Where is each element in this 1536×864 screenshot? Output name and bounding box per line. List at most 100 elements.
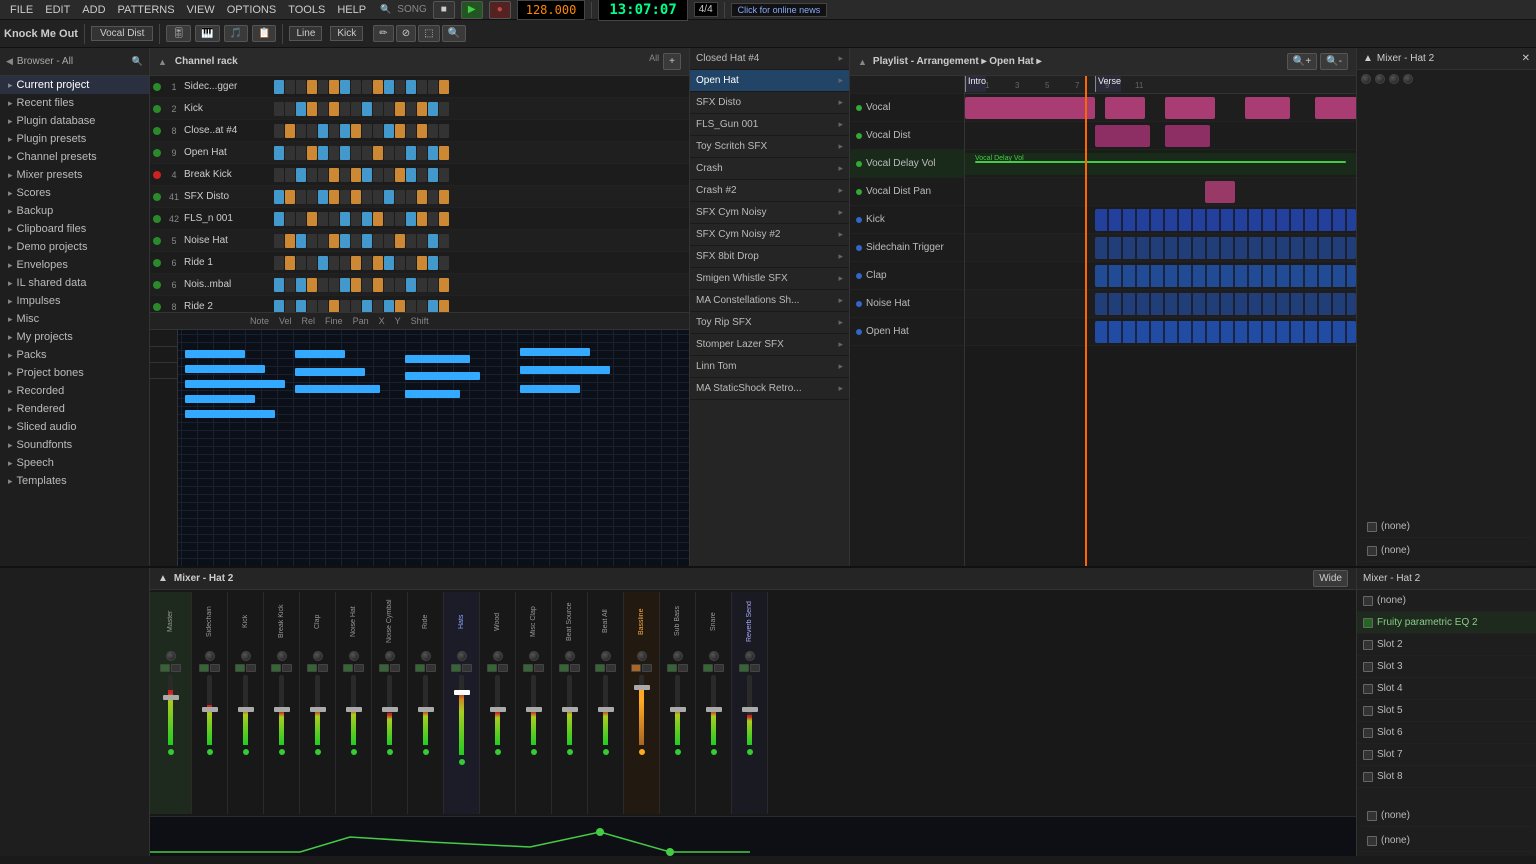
pad-7-11[interactable] [395,234,405,248]
fx-slot-3[interactable]: Slot 3 [1357,656,1536,678]
pad-4-14[interactable] [428,168,438,182]
line-mode[interactable]: Line [289,26,322,41]
pad-0-12[interactable] [406,80,416,94]
pad-9-11[interactable] [395,278,405,292]
ch-btn-rev1[interactable] [739,664,749,672]
fx-slot-eq2[interactable]: Fruity parametric EQ 2 [1357,612,1536,634]
mixer-mode-btn[interactable]: Wide [1313,570,1348,587]
pad-3-6[interactable] [340,146,350,160]
fx-send-slot-2[interactable]: (none) [1361,830,1532,852]
pad-7-7[interactable] [351,234,361,248]
pad-0-2[interactable] [296,80,306,94]
arr-collapse[interactable]: ▲ [858,57,867,67]
automation-curve-point[interactable] [596,828,604,836]
pad-0-8[interactable] [362,80,372,94]
pad-1-5[interactable] [329,102,339,116]
vocal-dist-preset[interactable]: Vocal Dist [91,26,153,41]
pad-3-5[interactable] [329,146,339,160]
sidebar-item-impulses[interactable]: ▸Impulses [0,292,149,310]
automation-delay-vol[interactable]: Vocal Delay Vol [965,153,1356,175]
sidebar-item-plugin-presets[interactable]: ▸Plugin presets [0,130,149,148]
ch-btn-bs1[interactable] [559,664,569,672]
ch-thumb-bs[interactable] [562,707,578,712]
ch-thumb-rev[interactable] [742,707,758,712]
channel-row-8[interactable]: 6 Ride 1 [150,252,689,274]
pad-5-10[interactable] [384,190,394,204]
pad-3-13[interactable] [417,146,427,160]
sidebar-item-packs[interactable]: ▸Packs [0,346,149,364]
ch-btn-mc2[interactable] [534,664,544,672]
fx-slot-8[interactable]: Slot 8 [1357,766,1536,788]
pad-5-11[interactable] [395,190,405,204]
inst-item-6[interactable]: Crash #2▸ [690,180,849,202]
clip-vdist-2[interactable] [1165,125,1210,147]
sidechain-pattern[interactable] [1095,237,1356,259]
pad-9-1[interactable] [285,278,295,292]
ch-btn-bk1[interactable] [271,664,281,672]
ch-btn-sn2[interactable] [714,664,724,672]
pad-10-6[interactable] [340,300,350,313]
pad-1-8[interactable] [362,102,372,116]
sidebar-item-soundfonts[interactable]: ▸Soundfonts [0,436,149,454]
sidebar-item-demo-projects[interactable]: ▸Demo projects [0,238,149,256]
pad-1-3[interactable] [307,102,317,116]
inst-item-15[interactable]: MA StaticShock Retro...▸ [690,378,849,400]
channel-row-7[interactable]: 5 Noise Hat [150,230,689,252]
ch-thumb-nc[interactable] [382,707,398,712]
ch-btn-bl1[interactable] [631,664,641,672]
ch-fader-mc[interactable] [531,675,536,745]
pad-10-2[interactable] [296,300,306,313]
pad-4-0[interactable] [274,168,284,182]
clip-vocal-1[interactable] [965,97,1095,119]
pad-9-13[interactable] [417,278,427,292]
fx-minimize[interactable]: ▲ [1363,53,1373,64]
fx-cb-eq[interactable] [1363,618,1373,628]
pad-10-1[interactable] [285,300,295,313]
ch-btn-rev2[interactable] [750,664,760,672]
pad-7-9[interactable] [373,234,383,248]
ch-knob-snare[interactable] [709,651,719,661]
pad-0-10[interactable] [384,80,394,94]
pad-10-0[interactable] [274,300,284,313]
ch-knob-rev[interactable] [745,651,755,661]
pad-3-15[interactable] [439,146,449,160]
channel-row-9[interactable]: 6 Nois..mbal [150,274,689,296]
pad-1-0[interactable] [274,102,284,116]
pad-3-9[interactable] [373,146,383,160]
pad-2-15[interactable] [439,124,449,138]
record-button[interactable]: ● [489,1,511,19]
sidebar-item-recorded[interactable]: ▸Recorded [0,382,149,400]
pad-8-3[interactable] [307,256,317,270]
ch-btn-nh1[interactable] [343,664,353,672]
menu-add[interactable]: ADD [76,4,111,16]
pad-3-12[interactable] [406,146,416,160]
fx-close[interactable]: ✕ [1522,53,1530,64]
pad-6-4[interactable] [318,212,328,226]
inst-item-12[interactable]: Toy Rip SFX▸ [690,312,849,334]
ch-btn-bl2[interactable] [642,664,652,672]
fx-slot-2[interactable]: Slot 2 [1357,634,1536,656]
ch-btn-clap1[interactable] [307,664,317,672]
noise-hat-pattern[interactable] [1095,293,1356,315]
channel-row-3[interactable]: 9 Open Hat [150,142,689,164]
fx-send-slot-1[interactable]: (none) [1361,805,1532,827]
ch-btn-mc1[interactable] [523,664,533,672]
pad-6-9[interactable] [373,212,383,226]
ch-fader-wood[interactable] [495,675,500,745]
sidebar-item-misc[interactable]: ▸Misc [0,310,149,328]
pad-3-4[interactable] [318,146,328,160]
fx-cb-7[interactable] [1363,750,1373,760]
sidebar-item-clipboard-files[interactable]: ▸Clipboard files [0,220,149,238]
zoom-tool[interactable]: 🔍 [442,25,466,42]
pad-0-5[interactable] [329,80,339,94]
fx-slot-none-1[interactable]: (none) [1357,590,1536,612]
pad-5-5[interactable] [329,190,339,204]
pad-6-5[interactable] [329,212,339,226]
channel-row-6[interactable]: 42 FLS_n 001 [150,208,689,230]
pad-3-2[interactable] [296,146,306,160]
ch-fader-ride[interactable] [423,675,428,745]
online-news[interactable]: Click for online news [731,3,828,17]
channel-row-1[interactable]: 2 Kick [150,98,689,120]
pad-5-2[interactable] [296,190,306,204]
clip-vdpan-1[interactable] [1205,181,1235,203]
